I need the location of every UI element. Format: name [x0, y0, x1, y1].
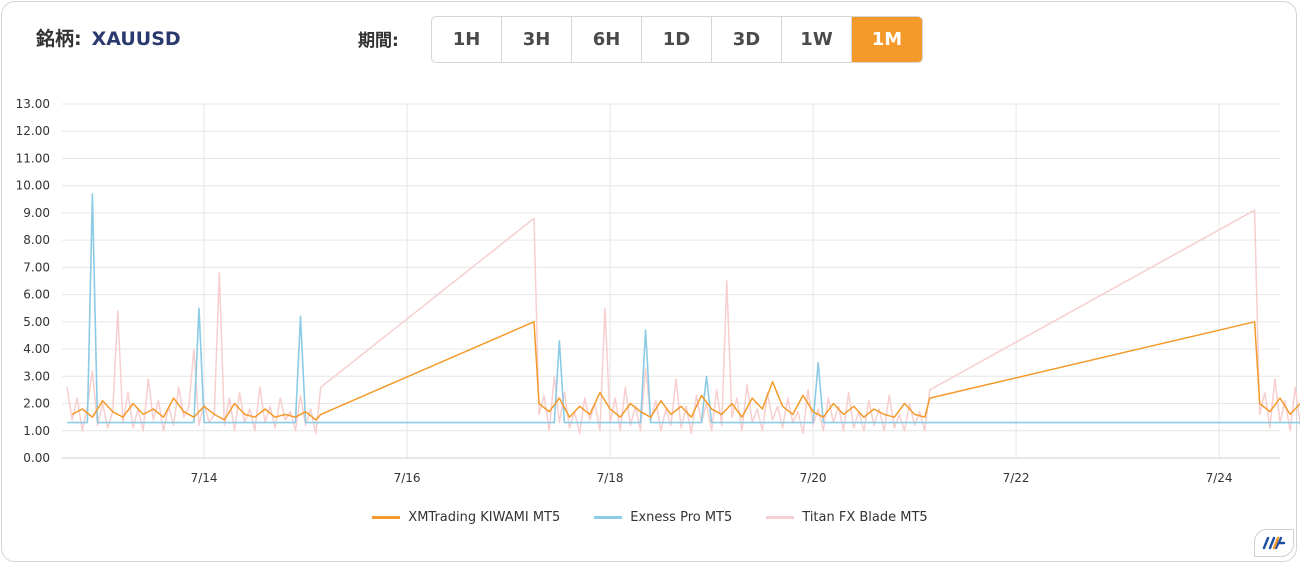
x-tick-label: 7/14 [191, 471, 218, 485]
legend-label-titan: Titan FX Blade MT5 [802, 510, 928, 525]
legend-swatch-exness [594, 516, 623, 519]
legend-item-titan[interactable]: Titan FX Blade MT5 [766, 510, 928, 525]
y-tick-label: 11.00 [16, 151, 50, 165]
y-tick-label: 13.00 [16, 97, 50, 111]
legend-item-exness[interactable]: Exness Pro MT5 [594, 510, 732, 525]
x-tick-label: 7/24 [1206, 471, 1233, 485]
chart-legend: XMTrading KIWAMI MT5 Exness Pro MT5 Tita… [0, 510, 1300, 525]
y-tick-label: 1.00 [23, 424, 50, 438]
x-tick-label: 7/20 [800, 471, 827, 485]
legend-swatch-titan [766, 516, 795, 519]
spread-chart: 0.00 1.00 2.00 3.00 4.00 5.00 6.00 7.00 8.00 9.00… [16, 97, 1300, 485]
y-tick-label: 5.00 [23, 315, 50, 329]
series-line-xm [71, 321, 1300, 421]
x-tick-label: 7/18 [597, 471, 624, 485]
y-tick-label: 3.00 [23, 369, 50, 383]
chart-grid [62, 103, 1280, 459]
y-axis-ticks: 0.00 1.00 2.00 3.00 4.00 5.00 6.00 7.00 8.00 9.00… [16, 97, 50, 465]
y-tick-label: 8.00 [23, 233, 50, 247]
y-tick-label: 0.00 [23, 451, 50, 465]
brand-logo-icon [1254, 529, 1294, 557]
y-tick-label: 7.00 [23, 260, 50, 274]
legend-label-xm: XMTrading KIWAMI MT5 [408, 510, 561, 525]
y-tick-label: 12.00 [16, 124, 50, 138]
x-tick-label: 7/16 [394, 471, 421, 485]
series-line-exness [67, 193, 1300, 424]
y-tick-label: 9.00 [23, 206, 50, 220]
x-tick-label: 7/22 [1003, 471, 1030, 485]
y-tick-label: 10.00 [16, 179, 50, 193]
x-axis-ticks: 7/147/167/187/207/227/247/267/287/308/18… [191, 471, 1233, 485]
series-line-titan [66, 209, 1300, 435]
y-tick-label: 2.00 [23, 397, 50, 411]
y-tick-label: 6.00 [23, 288, 50, 302]
legend-label-exness: Exness Pro MT5 [630, 510, 733, 525]
y-tick-label: 4.00 [23, 342, 50, 356]
legend-swatch-xm [372, 516, 401, 519]
legend-item-xm[interactable]: XMTrading KIWAMI MT5 [372, 510, 560, 525]
